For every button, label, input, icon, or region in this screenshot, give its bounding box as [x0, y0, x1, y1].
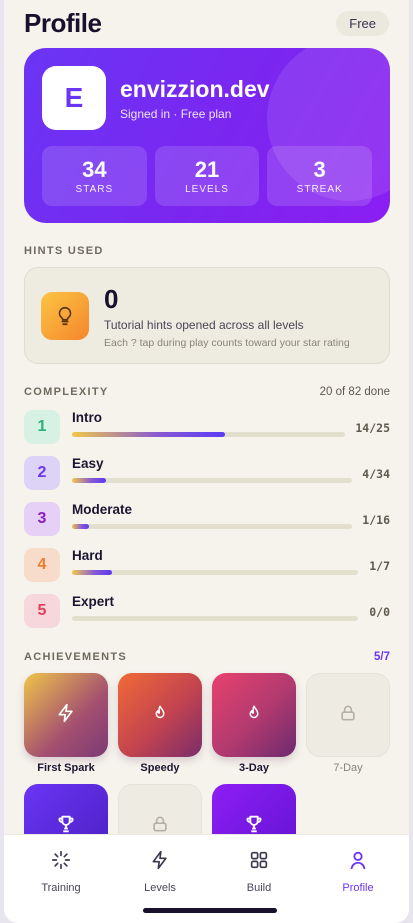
level-number-badge: 1	[24, 410, 60, 444]
achievement-label: First Spark	[37, 762, 95, 774]
profile-card: E envizzion.dev Signed in · Free plan 34…	[24, 48, 390, 223]
bolt-icon	[150, 849, 170, 876]
level-progress-fill	[72, 432, 225, 437]
level-progress-track	[72, 524, 352, 529]
achievement-tile[interactable]	[24, 673, 108, 757]
level-name: Easy	[72, 456, 104, 471]
level-progress-fill	[72, 478, 106, 483]
level-count: 0/0	[369, 605, 390, 619]
hints-description: Tutorial hints opened across all levels	[104, 318, 304, 332]
complexity-row-moderate[interactable]: 3 Moderate 1/16	[24, 502, 390, 536]
tab-label: Levels	[144, 882, 176, 894]
stat-value: 3	[313, 156, 326, 182]
account-status: Signed in · Free plan	[120, 107, 232, 121]
hints-card: 0 Tutorial hints opened across all level…	[24, 267, 390, 364]
level-name: Hard	[72, 548, 103, 563]
stat-levels: 21 LEVELS	[154, 146, 260, 206]
tab-levels[interactable]: Levels	[120, 849, 200, 894]
stat-label: STARS	[75, 183, 114, 195]
level-number-badge: 5	[24, 594, 60, 628]
home-indicator	[143, 908, 277, 913]
person-icon	[347, 849, 369, 876]
tab-profile[interactable]: Profile	[318, 849, 398, 894]
complexity-row-expert[interactable]: 5 Expert 0/0	[24, 594, 390, 628]
level-progress-track	[72, 616, 358, 621]
achievement-label: Speedy	[140, 762, 180, 774]
tab-label: Build	[246, 882, 272, 894]
complexity-row-hard[interactable]: 4 Hard 1/7	[24, 548, 390, 582]
achievement-tile[interactable]	[212, 673, 296, 757]
bolt-icon	[56, 702, 76, 729]
profile-screen: Profile Free E envizzion.dev Signed in ·…	[4, 0, 409, 923]
achievement-label: 7-Day	[333, 762, 363, 774]
achievements-count: 5/7	[374, 651, 390, 663]
achievement-label: 3-Day	[239, 762, 269, 774]
page-title: Profile	[24, 7, 102, 38]
complexity-summary: 20 of 82 done	[319, 386, 390, 398]
level-name: Expert	[72, 594, 115, 609]
flame-icon	[245, 703, 263, 728]
level-count: 4/34	[362, 467, 390, 481]
username: envizzion.dev	[120, 76, 270, 102]
tab-bar: Training Levels Build Profile	[4, 834, 409, 923]
level-progress-track	[72, 570, 358, 575]
flame-icon	[151, 703, 169, 728]
level-progress-fill	[72, 570, 112, 575]
level-number-badge: 2	[24, 456, 60, 490]
complexity-row-easy[interactable]: 2 Easy 4/34	[24, 456, 390, 490]
hints-subtext: Each ? tap during play counts toward you…	[104, 337, 350, 349]
tab-label: Profile	[342, 882, 374, 894]
lightbulb-icon	[41, 292, 89, 340]
level-name: Moderate	[72, 502, 133, 517]
tab-training[interactable]: Training	[21, 849, 101, 894]
plan-badge[interactable]: Free	[336, 10, 389, 36]
stat-label: LEVELS	[185, 183, 229, 195]
stat-value: 34	[82, 156, 107, 182]
level-name: Intro	[72, 410, 102, 425]
level-progress-track	[72, 478, 352, 483]
hints-count: 0	[104, 284, 119, 314]
level-count: 1/7	[369, 559, 390, 573]
achievement-tile[interactable]	[306, 673, 390, 757]
stat-streak: 3 STREAK	[267, 146, 373, 206]
stat-value: 21	[194, 156, 220, 182]
complexity-row-intro[interactable]: 1 Intro 14/25	[24, 410, 390, 444]
hints-section-title: HINTS USED	[24, 245, 104, 257]
complexity-section-title: COMPLEXITY	[24, 386, 109, 398]
tab-label: Training	[41, 882, 81, 894]
level-progress-fill	[72, 524, 89, 529]
level-number-badge: 4	[24, 548, 60, 582]
stat-stars: 34 STARS	[42, 146, 147, 206]
level-progress-track	[72, 432, 345, 437]
achievements-section-title: ACHIEVEMENTS	[24, 651, 127, 663]
grid-icon	[248, 849, 270, 876]
lock-icon	[338, 703, 358, 728]
stats-row: 34 STARS 21 LEVELS 3 STREAK	[42, 146, 373, 206]
avatar[interactable]: E	[42, 66, 106, 130]
level-count: 1/16	[362, 513, 390, 527]
achievement-tile[interactable]	[118, 673, 202, 757]
tab-build[interactable]: Build	[219, 849, 299, 894]
level-count: 14/25	[355, 421, 390, 435]
sparkle-icon	[50, 849, 72, 876]
level-number-badge: 3	[24, 502, 60, 536]
header: Profile Free	[24, 6, 389, 40]
stat-label: STREAK	[296, 183, 343, 195]
